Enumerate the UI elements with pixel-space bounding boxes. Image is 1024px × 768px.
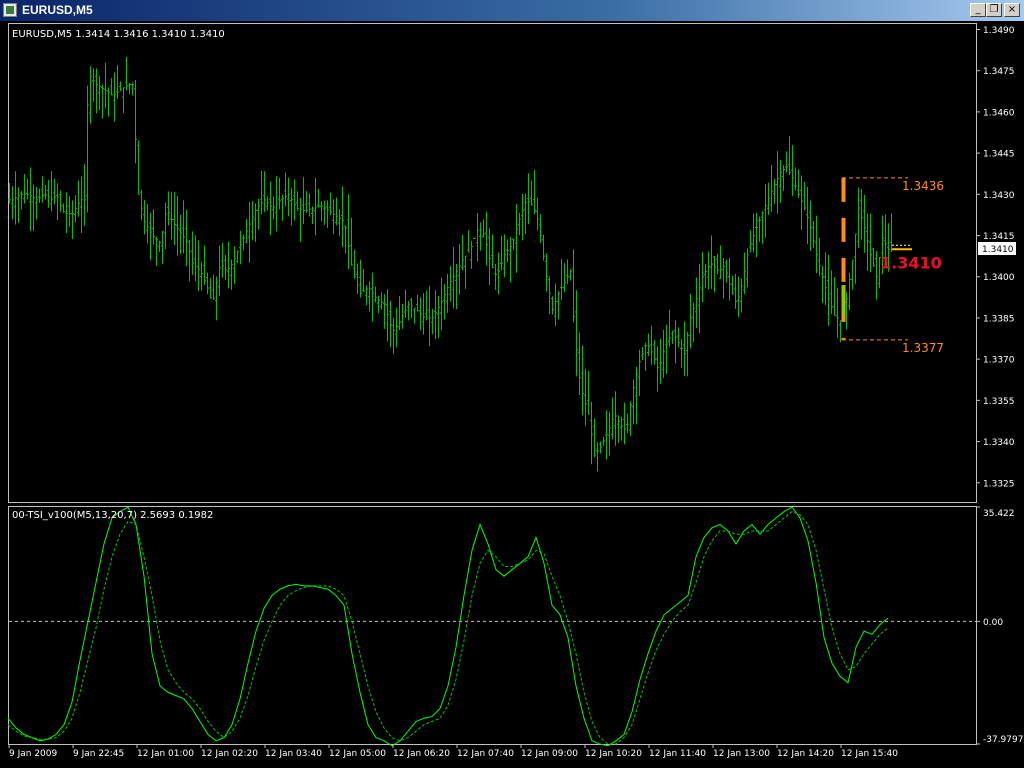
restore-button[interactable]: ❐ (986, 3, 1002, 17)
price-tick-label: 1.3445 (983, 150, 1015, 160)
price-tick-label: 1.3355 (983, 397, 1015, 407)
price-tick-label: 1.3490 (983, 26, 1015, 36)
indicator-tick-label: -37.9797 (983, 735, 1023, 745)
window-titlebar: EURUSD,M5 _ ❐ × (0, 0, 1024, 21)
range-low-label: 1.3377 (902, 341, 944, 355)
indicator-tick-label: 35.422 (983, 509, 1015, 519)
price-tick-label: 1.3475 (983, 67, 1015, 77)
chart-window-icon (3, 3, 17, 17)
current-price-big-label: 1.3410 (880, 253, 942, 272)
time-tick-label: 9 Jan 2009 (9, 749, 57, 759)
price-pane-header: EURUSD,M5 1.3414 1.3416 1.3410 1.3410 (12, 29, 225, 40)
time-tick-label: 12 Jan 02:20 (201, 749, 258, 759)
minimize-button[interactable]: _ (970, 3, 986, 17)
bid-price-label: 1.3410 (982, 245, 1014, 255)
range-high-label: 1.3436 (902, 179, 944, 193)
time-tick-label: 12 Jan 05:00 (329, 749, 386, 759)
time-tick-label: 12 Jan 14:20 (777, 749, 834, 759)
price-tick-label: 1.3385 (983, 314, 1015, 324)
chart-background (0, 21, 1024, 768)
time-tick-label: 12 Jan 13:00 (713, 749, 770, 759)
time-tick-label: 12 Jan 01:00 (137, 749, 194, 759)
chart-area[interactable]: 1.3490 1.3475 1.3460 1.3445 1.3430 1.3415 1.34… (0, 21, 1024, 768)
price-tick-label: 1.3430 (983, 191, 1015, 201)
price-tick-label: 1.3370 (983, 356, 1015, 366)
price-tick-label: 1.3460 (983, 108, 1015, 118)
time-tick-label: 12 Jan 15:40 (841, 749, 898, 759)
time-tick-label: 12 Jan 10:20 (585, 749, 642, 759)
time-tick-label: 12 Jan 07:40 (457, 749, 514, 759)
price-tick-label: 1.3400 (983, 273, 1015, 283)
price-tick-label: 1.3340 (983, 438, 1015, 448)
close-button[interactable]: × (1004, 3, 1020, 17)
indicator-pane-header: 00-TSI_v100(M5,13,20,7) 2.5693 0.1982 (12, 510, 213, 521)
window-title: EURUSD,M5 (22, 3, 93, 17)
price-tick-label: 1.3415 (983, 232, 1015, 242)
time-tick-label: 12 Jan 09:00 (521, 749, 578, 759)
indicator-tick-label: 0.00 (983, 618, 1003, 628)
price-tick-label: 1.3325 (983, 479, 1015, 489)
time-tick-label: 12 Jan 03:40 (265, 749, 322, 759)
time-tick-label: 9 Jan 22:45 (73, 749, 124, 759)
time-tick-label: 12 Jan 06:20 (393, 749, 450, 759)
time-tick-label: 12 Jan 11:40 (649, 749, 706, 759)
